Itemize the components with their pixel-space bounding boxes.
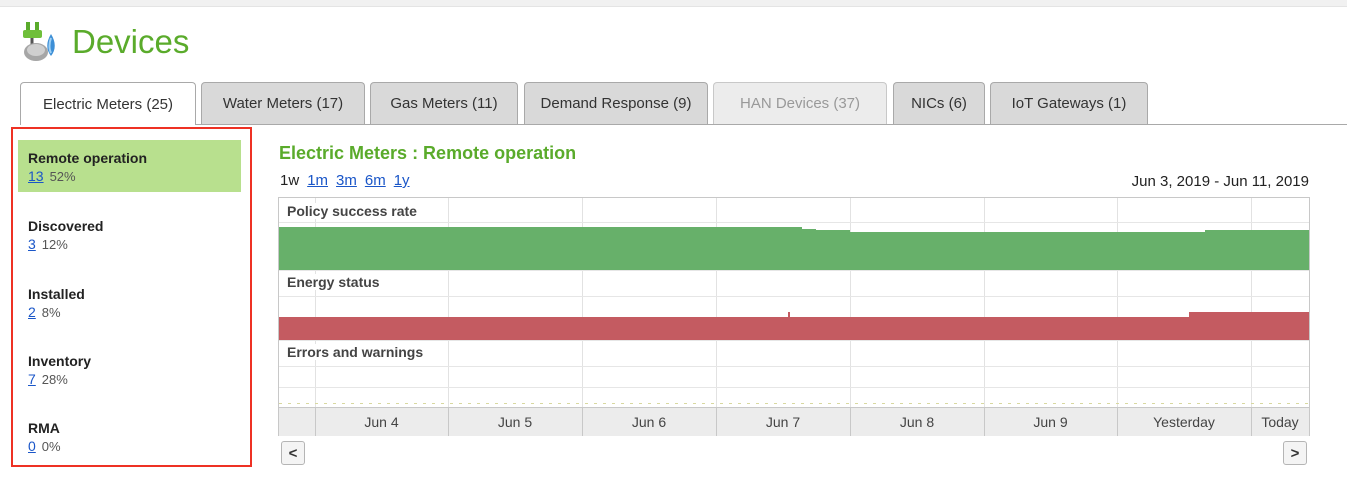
devices-plug-icon [23, 22, 55, 61]
sidebar-percent: 28% [41, 372, 68, 387]
x-tick-label: Jun 4 [364, 414, 399, 430]
date-range: Jun 3, 2019 - Jun 11, 2019 [1131, 173, 1309, 190]
sidebar-item-label: RMA [28, 420, 60, 436]
sidebar-percent: 0% [41, 439, 61, 454]
tab-nics[interactable]: NICs (6) [893, 82, 985, 124]
x-tick-label: Jun 6 [631, 414, 667, 430]
sidebar-percent: 8% [41, 305, 61, 320]
grid-line [279, 340, 1309, 341]
sidebar-item-inventory[interactable]: Inventory 7 28% [18, 343, 241, 395]
policy-success-bar [279, 227, 802, 270]
tab-gas-meters[interactable]: Gas Meters (11) [370, 82, 518, 124]
tab-iot-gateways[interactable]: IoT Gateways (1) [990, 82, 1148, 124]
section-label-policy: Policy success rate [287, 203, 421, 219]
sidebar-item-label: Remote operation [28, 150, 148, 166]
sidebar-item-label: Installed [28, 286, 85, 302]
section-label-errors: Errors and warnings [287, 344, 428, 360]
section-label-energy: Energy status [287, 274, 384, 290]
energy-status-spike [788, 312, 790, 317]
x-tick-label: Jun 9 [1033, 414, 1068, 430]
sidebar-count-link[interactable]: 0 [28, 438, 36, 454]
x-tick-label: Jun 8 [899, 414, 935, 430]
sidebar-item-discovered[interactable]: Discovered 3 12% [18, 208, 241, 260]
range-link-1y[interactable]: 1y [394, 172, 410, 189]
sidebar-item-remote-operation[interactable]: Remote operation 13 52% [18, 140, 241, 192]
next-button[interactable]: > [1283, 441, 1307, 465]
sidebar-count-link[interactable]: 13 [28, 168, 44, 184]
sidebar-count-link[interactable]: 7 [28, 371, 36, 387]
range-link-6m[interactable]: 6m [365, 172, 386, 189]
grid-line [279, 296, 1309, 297]
sidebar-item-label: Discovered [28, 218, 104, 234]
sidebar-item-installed[interactable]: Installed 2 8% [18, 276, 241, 328]
policy-success-bar [802, 229, 816, 270]
main-title: Electric Meters : Remote operation [279, 143, 577, 163]
policy-success-bar [1205, 230, 1309, 270]
range-link-3m[interactable]: 3m [336, 172, 357, 189]
x-axis: Jun 4 Jun 5 Jun 6 Jun 7 Jun 8 Jun 9 Yest… [279, 407, 1309, 436]
grid-line [279, 270, 1309, 271]
tab-divider [20, 124, 1347, 125]
x-tick-label: Today [1261, 414, 1299, 430]
policy-success-bar [816, 230, 850, 270]
tab-water-meters[interactable]: Water Meters (17) [201, 82, 365, 124]
policy-success-bar [850, 232, 1205, 270]
energy-status-bar [1189, 312, 1309, 340]
energy-status-bar [279, 317, 1189, 340]
errors-baseline [279, 403, 1309, 404]
x-tick-label: Yesterday [1153, 414, 1215, 430]
grid-line [279, 222, 1309, 223]
x-tick-label: Jun 7 [765, 414, 801, 430]
page-header: Devices [20, 20, 189, 64]
tab-electric-meters[interactable]: Electric Meters (25) [20, 82, 196, 125]
range-current: 1w [280, 172, 300, 189]
range-link-1m[interactable]: 1m [307, 172, 328, 189]
top-bar [0, 0, 1347, 7]
sidebar-count-link[interactable]: 2 [28, 304, 36, 320]
sidebar-percent: 12% [41, 237, 68, 252]
sidebar-count-link[interactable]: 3 [28, 236, 36, 252]
x-tick-label: Jun 5 [497, 414, 533, 430]
sidebar-percent: 52% [49, 169, 76, 184]
prev-button[interactable]: < [281, 441, 305, 465]
tab-han-devices[interactable]: HAN Devices (37) [713, 82, 887, 124]
page-title: Devices [72, 23, 190, 60]
range-selector: 1w 1m 3m 6m 1y [280, 172, 410, 189]
status-sidebar: Remote operation 13 52% Discovered 3 12% I… [11, 127, 252, 467]
timeline-chart: Policy success rate Energy status Errors… [278, 197, 1310, 436]
tab-demand-response[interactable]: Demand Response (9) [524, 82, 708, 124]
sidebar-item-label: Inventory [28, 353, 92, 369]
grid-line [279, 366, 1309, 367]
sidebar-item-rma[interactable]: RMA 0 0% [18, 410, 241, 462]
grid-line [279, 387, 1309, 388]
